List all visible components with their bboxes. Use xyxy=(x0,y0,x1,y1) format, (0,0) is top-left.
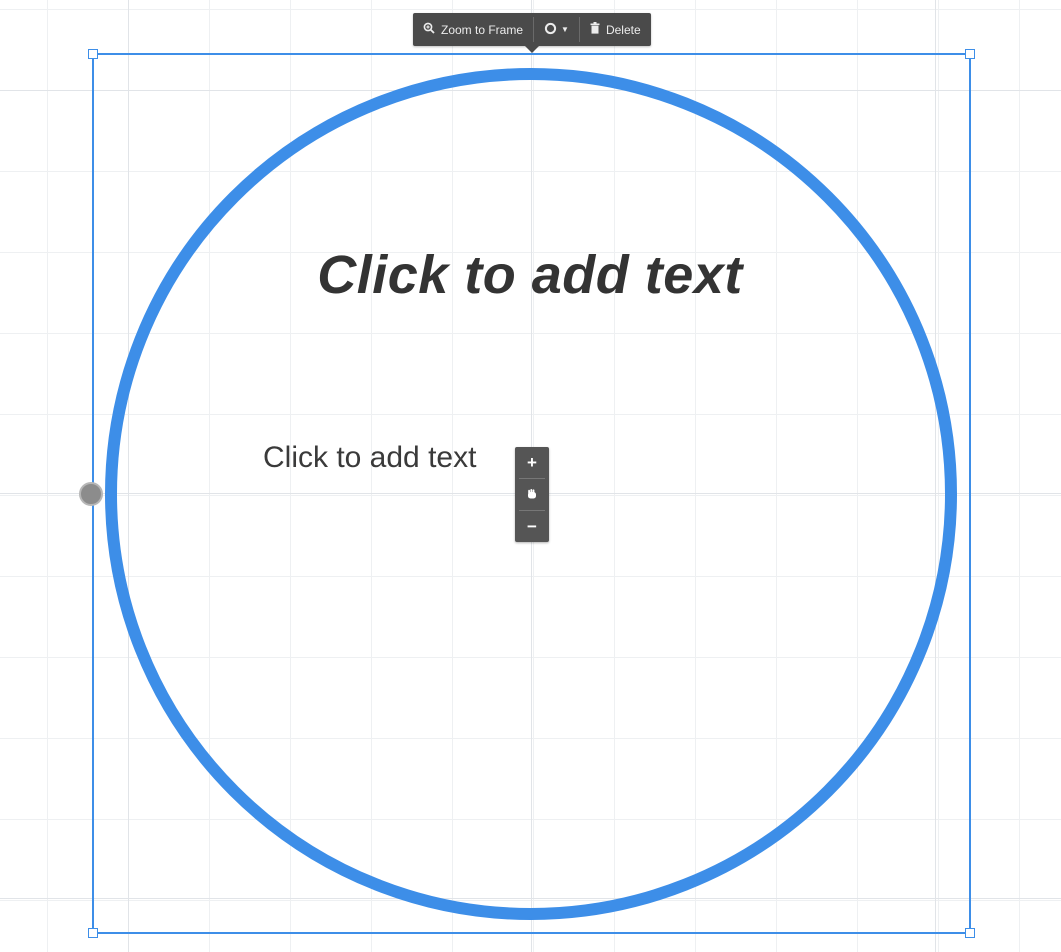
rotate-handle[interactable] xyxy=(79,482,103,506)
pan-button[interactable] xyxy=(515,479,549,510)
resize-handle-bottom-right[interactable] xyxy=(965,928,975,938)
resize-handle-top-right[interactable] xyxy=(965,49,975,59)
resize-handle-bottom-left[interactable] xyxy=(88,928,98,938)
delete-label: Delete xyxy=(605,22,641,37)
zoom-out-button[interactable]: − xyxy=(515,511,549,542)
caret-down-icon: ▼ xyxy=(561,25,569,34)
zoom-in-button[interactable]: + xyxy=(515,447,549,478)
title-text-placeholder[interactable]: Click to add text xyxy=(250,244,810,306)
body-text-placeholder[interactable]: Click to add text xyxy=(263,441,476,475)
frame-toolbar: Zoom to Frame ▼ Delete xyxy=(413,13,651,46)
delete-button[interactable]: Delete xyxy=(580,13,651,46)
trash-icon xyxy=(590,22,600,37)
resize-handle-top-left[interactable] xyxy=(88,49,98,59)
toolbar-pointer xyxy=(525,46,539,53)
zoom-magnifier-icon xyxy=(423,22,435,37)
zoom-to-frame-label: Zoom to Frame xyxy=(441,22,524,37)
zoom-control: + − xyxy=(515,447,549,542)
frame-style-button[interactable]: ▼ xyxy=(534,13,579,46)
zoom-to-frame-button[interactable]: Zoom to Frame xyxy=(413,13,533,46)
hand-icon xyxy=(526,485,538,505)
circle-style-icon xyxy=(544,22,557,38)
